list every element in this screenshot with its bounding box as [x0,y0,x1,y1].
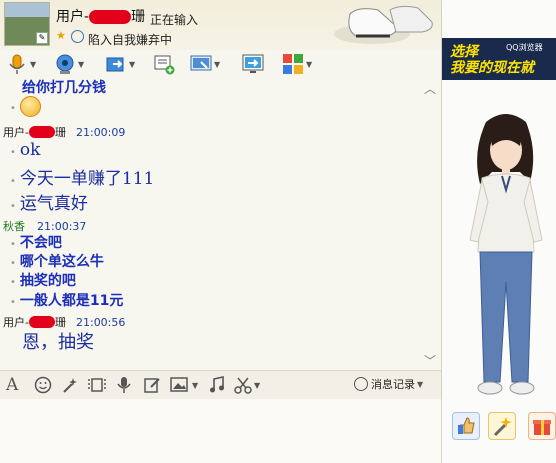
redaction-mark [28,315,55,328]
message-line: • 不会吧 [10,235,62,251]
message-header: 用户- 珊 21:00:09 [3,125,126,139]
send-file-button[interactable]: ▼ [105,52,135,76]
typing-status: 正在输入 [150,13,199,27]
gift-icon[interactable] [528,412,556,440]
magic-icon[interactable] [61,375,79,395]
status-icon[interactable] [71,30,84,43]
avatar-show-figure[interactable] [458,112,554,412]
scroll-up-icon[interactable]: ︿ [424,80,436,97]
signature: 陷入自我嫌弃中 [88,33,173,47]
apps-icon [283,54,303,74]
smiley-icon [19,96,41,117]
message-history-button[interactable]: 消息记录 ▼ [354,376,423,392]
chat-history[interactable]: 给你打几分钱 • 用户- 珊 21:00:09 • ok • 今天一单赚了111 • 运气… [0,79,441,369]
send-file-icon [106,57,124,72]
message-line: 恩，抽奖 [22,332,94,353]
redaction-mark [89,10,132,24]
remote-desktop-button[interactable]: ▼ [190,52,220,76]
edit-avatar-icon[interactable]: ✎ [36,32,48,44]
header-illustration [334,5,433,44]
emoji-icon[interactable] [34,375,52,395]
screen-share-icon [242,54,264,73]
redaction-mark [28,125,55,138]
magic-wand-icon[interactable] [488,412,516,440]
video-call-button[interactable]: ▼ [54,52,84,76]
message-input[interactable] [0,399,441,463]
message-line: • 运气真好 [10,194,88,214]
font-icon[interactable]: A [6,375,18,395]
add-note-button[interactable] [153,52,175,76]
thumbs-up-icon[interactable] [452,412,480,440]
ad-banner[interactable]: 选择 我要的现在就 QQ浏览器 [442,38,556,80]
message-line: • 今天一单赚了111 [10,169,155,189]
scissors-icon[interactable]: ▼ [234,375,260,395]
music-icon[interactable] [208,375,226,395]
clock-icon [354,377,368,391]
voice-icon[interactable] [116,375,132,395]
avatar[interactable]: ✎ [4,2,50,46]
contact-name[interactable]: 用户- 珊 [56,6,145,26]
message-text: 给你打几分钱 [22,80,106,96]
remote-desktop-icon [190,55,212,71]
screenshot-icon[interactable] [87,375,107,395]
edit-icon[interactable] [143,375,161,395]
star-icon[interactable]: ★ [56,30,68,42]
apps-button[interactable]: ▼ [282,52,312,76]
image-icon[interactable]: ▼ [170,375,198,395]
message-line: • ok [10,140,41,160]
add-note-icon [154,55,175,75]
voice-call-button[interactable]: ▼ [6,52,36,76]
chat-toolbar: ▼ ▼ ▼ ▼ ▼ [0,50,444,79]
scroll-down-icon[interactable]: ﹀ [424,352,436,369]
video-camera-icon [56,54,74,74]
message-line: • 抽奖的吧 [10,273,76,289]
emoji-message: • [10,96,41,117]
banner-brand: QQ浏览器 [506,43,543,52]
microphone-icon [9,54,25,74]
message-line: • 哪个单这么牛 [10,254,104,270]
screen-share-button[interactable] [242,52,264,76]
message-line: • 一般人都是11元 [10,293,124,309]
